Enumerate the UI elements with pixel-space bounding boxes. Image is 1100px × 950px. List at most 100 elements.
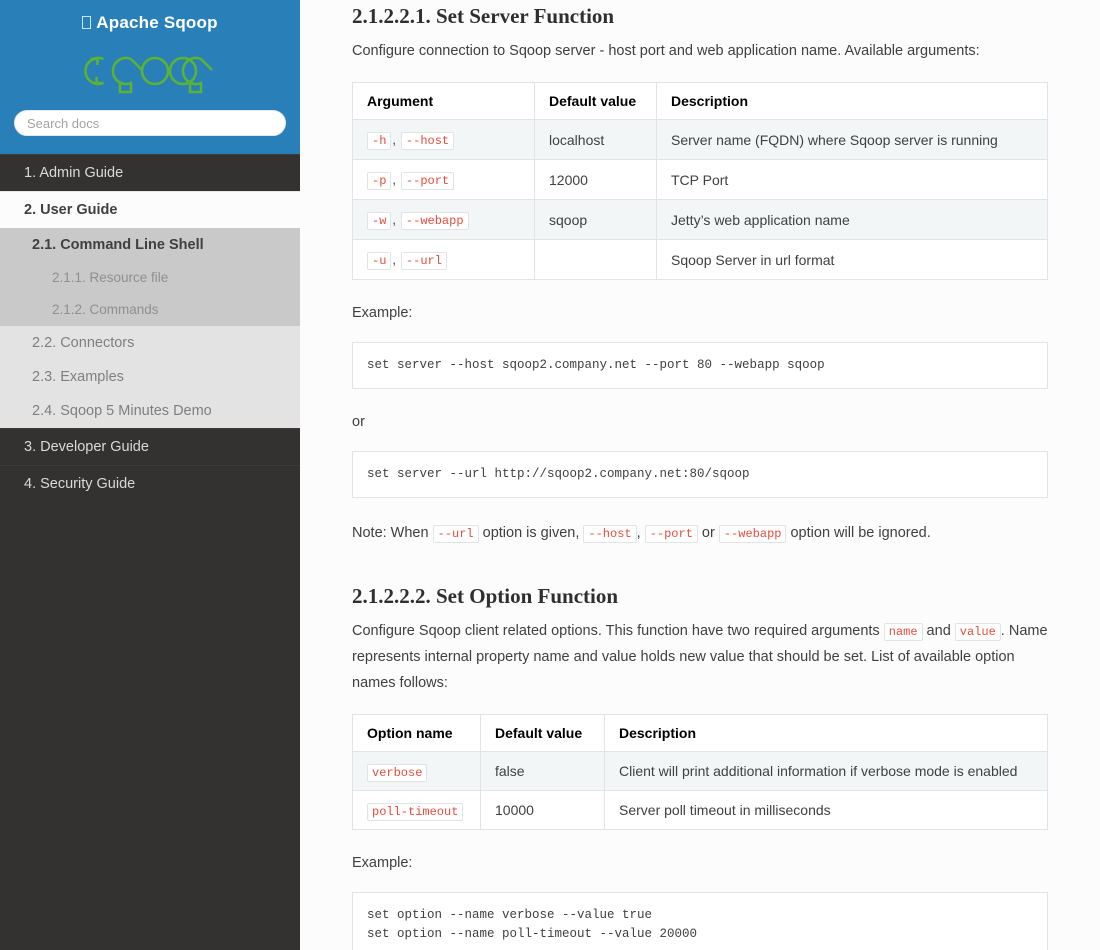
- intro-text-2: and: [922, 623, 955, 639]
- search-container: [0, 110, 300, 136]
- cell-description: TCP Port: [656, 159, 1048, 200]
- note-text-4: or: [697, 525, 719, 541]
- sidebar-item-connectors[interactable]: 2.2. Connectors: [0, 326, 300, 360]
- sidebar-item-commands[interactable]: 2.1.2. Commands: [0, 294, 300, 326]
- code-literal-host: --host: [583, 525, 637, 543]
- sidebar-item-developer-guide[interactable]: 3. Developer Guide: [0, 428, 300, 465]
- note-text-5: option will be ignored.: [786, 525, 931, 541]
- separator-comma: ,: [392, 132, 397, 147]
- code-block-set-server-host: set server --host sqoop2.company.net --p…: [352, 342, 1048, 389]
- table-body: -h, --host localhost Server name (FQDN) …: [352, 119, 1048, 280]
- code-literal-name: name: [883, 623, 923, 641]
- sidebar-item-user-guide[interactable]: 2. User Guide: [0, 191, 300, 228]
- table-row: -u, --url Sqoop Server in url format: [352, 239, 1048, 280]
- sidebar-item-examples[interactable]: 2.3. Examples: [0, 360, 300, 394]
- cell-default-value: false: [480, 751, 605, 791]
- column-header-default-value: Default value: [480, 714, 605, 752]
- separator-comma: ,: [392, 172, 397, 187]
- table-body: verbose false Client will print addition…: [352, 751, 1048, 830]
- cell-argument: -u, --url: [352, 239, 535, 280]
- table-row: -w, --webapp sqoop Jetty’s web applicati…: [352, 199, 1048, 240]
- documentation-page: Apache Sqoop Search docs 1. Admin Guide …: [0, 0, 1100, 950]
- cell-argument: -w, --webapp: [352, 199, 535, 240]
- code-literal-short-flag: -w: [367, 212, 392, 230]
- table-header-row: Argument Default value Description: [352, 82, 1048, 120]
- note-text-2: option is given,: [478, 525, 584, 541]
- list-item: 2.2. Connectors: [0, 326, 300, 360]
- brand-title-label: Apache Sqoop: [96, 13, 218, 32]
- code-block-set-server-url: set server --url http://sqoop2.company.n…: [352, 451, 1048, 498]
- cell-description: Server poll timeout in milliseconds: [604, 790, 1048, 830]
- nav-group-developer-guide: 3. Developer Guide: [0, 428, 300, 465]
- client-options-table: Option name Default value Description ve…: [352, 714, 1048, 830]
- section-heading-set-option-function: 2.1.2.2.2. Set Option Function: [352, 584, 619, 608]
- nav-group-security-guide: 4. Security Guide: [0, 465, 300, 502]
- intro-text-1: Configure Sqoop client related options. …: [352, 623, 884, 639]
- main-content: 2.1.2.2.1. Set Server Function Configure…: [300, 0, 1100, 950]
- code-literal-short-flag: -h: [367, 132, 392, 150]
- code-literal-long-flag: --port: [400, 172, 455, 190]
- sqoop-logo: [0, 44, 300, 96]
- sidebar-item-admin-guide[interactable]: 1. Admin Guide: [0, 154, 300, 191]
- table-row: poll-timeout 10000 Server poll timeout i…: [352, 790, 1048, 830]
- cell-description: Jetty’s web application name: [656, 199, 1048, 240]
- separator-comma: ,: [392, 252, 397, 267]
- sidebar-navigation: 1. Admin Guide 2. User Guide 2.1. Comman…: [0, 154, 300, 502]
- cell-default-value: [534, 239, 657, 280]
- code-literal-long-flag: --url: [400, 252, 447, 270]
- or-label: or: [352, 414, 365, 430]
- cell-argument: -h, --host: [352, 119, 535, 160]
- list-item: 2.4. Sqoop 5 Minutes Demo: [0, 394, 300, 428]
- code-literal-port: --port: [644, 525, 698, 543]
- section-heading-set-server-function: 2.1.2.2.1. Set Server Function: [352, 4, 615, 28]
- cell-description: Client will print additional information…: [604, 751, 1048, 791]
- code-literal-long-flag: --host: [400, 132, 455, 150]
- code-literal-option-name: poll-timeout: [367, 803, 464, 821]
- nav-group-user-guide: 2. User Guide 2.1. Command Line Shell 2.…: [0, 191, 300, 428]
- brand-title[interactable]: Apache Sqoop: [0, 12, 300, 34]
- code-block-set-option: set option --name verbose --value true s…: [352, 892, 1048, 950]
- sidebar-item-sqoop-5-minutes-demo[interactable]: 2.4. Sqoop 5 Minutes Demo: [0, 394, 300, 428]
- column-header-default-value: Default value: [534, 82, 657, 120]
- note-paragraph: Note: When --url option is given, --host…: [352, 520, 1048, 546]
- column-header-argument: Argument: [352, 82, 535, 120]
- column-header-option-name: Option name: [352, 714, 481, 752]
- list-item: 2.1.2. Commands: [0, 294, 300, 326]
- column-header-description: Description: [604, 714, 1048, 752]
- sidebar-item-security-guide[interactable]: 4. Security Guide: [0, 465, 300, 502]
- code-literal-webapp: --webapp: [718, 525, 787, 543]
- missing-glyph-box-icon: [82, 16, 92, 29]
- cell-description: Sqoop Server in url format: [656, 239, 1048, 280]
- search-input[interactable]: [14, 110, 286, 136]
- cell-default-value: 12000: [534, 159, 657, 200]
- sidebar-item-resource-file[interactable]: 2.1.1. Resource file: [0, 262, 300, 294]
- table-header-row: Option name Default value Description: [352, 714, 1048, 752]
- cell-default-value: 10000: [480, 790, 605, 830]
- table-row: -p, --port 12000 TCP Port: [352, 159, 1048, 200]
- note-text-3: ,: [636, 525, 645, 541]
- server-arguments-table: Argument Default value Description -h, -…: [352, 82, 1048, 280]
- cell-option-name: poll-timeout: [352, 790, 481, 830]
- section2-intro-paragraph: Configure Sqoop client related options. …: [352, 618, 1048, 696]
- list-item: 2.3. Examples: [0, 360, 300, 394]
- code-literal-long-flag: --webapp: [400, 212, 469, 230]
- note-text-1: Note: When: [352, 525, 433, 541]
- cell-default-value: sqoop: [534, 199, 657, 240]
- table-row: verbose false Client will print addition…: [352, 751, 1048, 791]
- cell-option-name: verbose: [352, 751, 481, 791]
- sqoop-logo-icon: [84, 56, 213, 94]
- column-header-description: Description: [656, 82, 1048, 120]
- table-head: Argument Default value Description: [352, 82, 1048, 120]
- code-literal-url: --url: [432, 525, 479, 543]
- nav-group-admin-guide: 1. Admin Guide: [0, 154, 300, 191]
- cell-argument: -p, --port: [352, 159, 535, 200]
- sidebar: Apache Sqoop Search docs 1. Admin Guide …: [0, 0, 300, 950]
- table-row: -h, --host localhost Server name (FQDN) …: [352, 119, 1048, 160]
- code-literal-short-flag: -p: [367, 172, 392, 190]
- sidebar-sublist-command-line-shell: 2.1.1. Resource file 2.1.2. Commands: [0, 262, 300, 326]
- cell-default-value: localhost: [534, 119, 657, 160]
- sidebar-item-command-line-shell[interactable]: 2.1. Command Line Shell: [0, 228, 300, 262]
- separator-comma: ,: [392, 212, 397, 227]
- list-item: 2.1.1. Resource file: [0, 262, 300, 294]
- code-literal-value: value: [954, 623, 1001, 641]
